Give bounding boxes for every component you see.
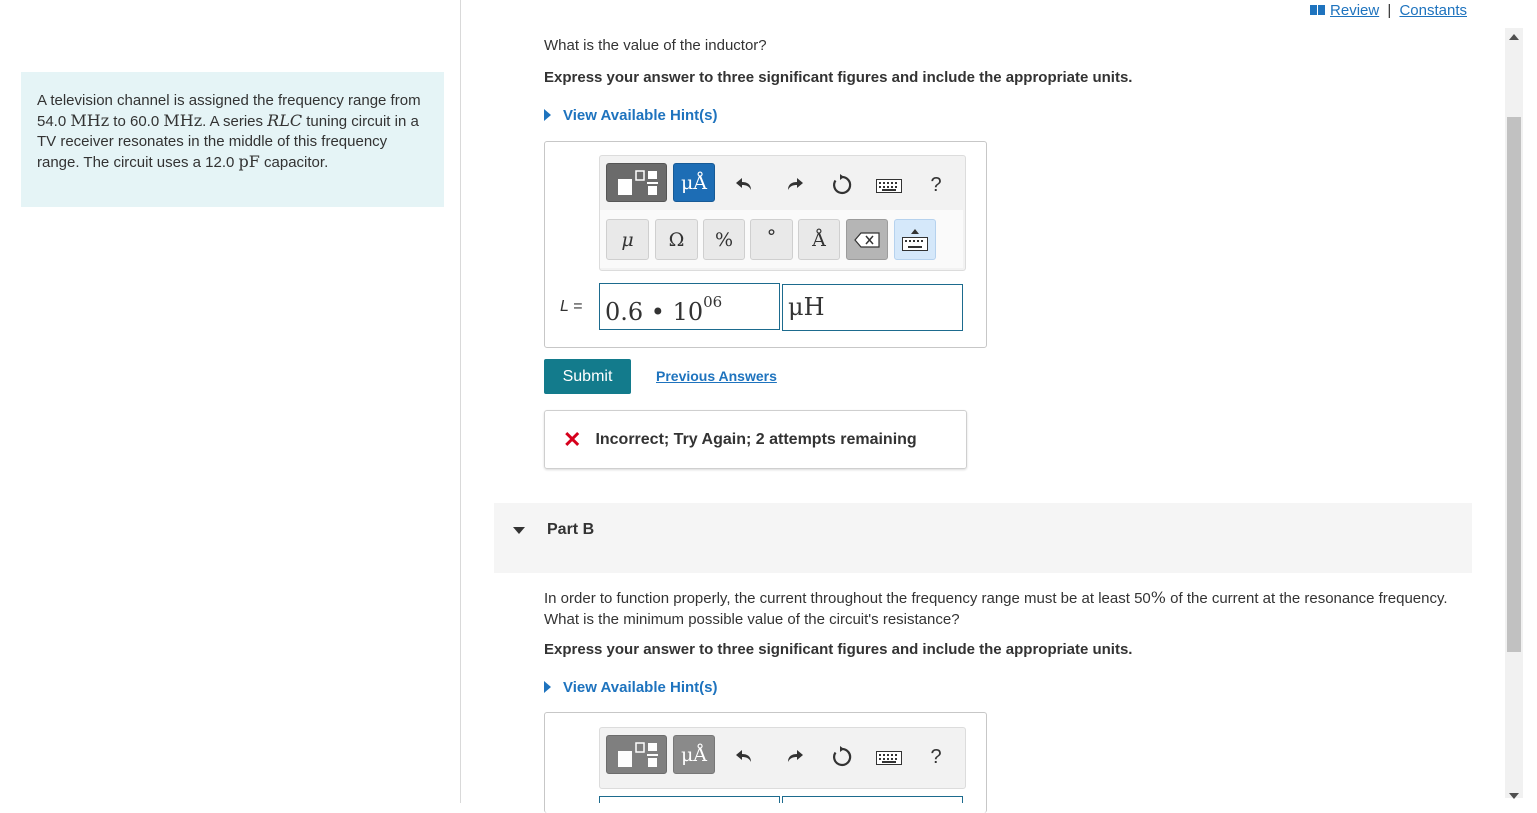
part-a-instruction: Express your answer to three significant… xyxy=(544,69,1133,86)
value-input[interactable] xyxy=(599,796,780,803)
hint-label: View Available Hint(s) xyxy=(563,679,718,696)
previous-answers-link[interactable]: Previous Answers xyxy=(656,368,777,384)
redo-icon[interactable] xyxy=(779,742,811,770)
part-b-question: In order to function properly, the curre… xyxy=(544,587,1464,630)
units-button[interactable]: μÅ xyxy=(673,163,715,202)
problem-text: to 60.0 xyxy=(109,113,164,130)
value-main: 0.6 • 10 xyxy=(605,298,704,326)
rlc-symbol: RLC xyxy=(267,111,303,130)
keyboard-toggle-button[interactable] xyxy=(894,219,936,260)
variable-label: L = xyxy=(560,298,583,315)
question-text: In order to function properly, the curre… xyxy=(544,590,1151,607)
part-b-hint-toggle[interactable]: View Available Hint(s) xyxy=(544,679,718,696)
review-link[interactable]: Review xyxy=(1330,2,1379,19)
expand-triangle-icon xyxy=(544,681,551,693)
reset-icon[interactable] xyxy=(826,170,858,200)
part-b-instruction: Express your answer to three significant… xyxy=(544,641,1133,658)
feedback-text: Incorrect; Try Again; 2 attempts remaini… xyxy=(595,430,917,448)
unit-mhz: MHz xyxy=(163,111,203,130)
top-links: Review | Constants xyxy=(1310,2,1467,19)
constants-link[interactable]: Constants xyxy=(1399,2,1467,19)
undo-icon[interactable] xyxy=(728,742,760,770)
units-input[interactable]: μH xyxy=(782,284,963,331)
percent-symbol: % xyxy=(1150,588,1166,607)
hint-label: View Available Hint(s) xyxy=(563,107,718,124)
symbol-ohm-button[interactable]: Ω xyxy=(655,219,698,260)
scrollbar-thumb[interactable] xyxy=(1507,117,1521,652)
scroll-down-arrow-icon[interactable] xyxy=(1509,793,1519,799)
help-button[interactable]: ? xyxy=(926,172,946,198)
redo-icon[interactable] xyxy=(779,170,811,198)
feedback-message: ✕ Incorrect; Try Again; 2 attempts remai… xyxy=(544,410,967,469)
value-input[interactable]: 0.6 • 1006 xyxy=(599,283,780,330)
part-b-header[interactable] xyxy=(494,503,1472,573)
reset-icon[interactable] xyxy=(826,742,858,772)
symbol-angstrom-button[interactable]: Å xyxy=(798,219,840,260)
units-input[interactable] xyxy=(782,796,963,803)
value-exponent: 06 xyxy=(703,293,723,311)
expand-triangle-icon xyxy=(544,109,551,121)
symbol-degree-button[interactable]: ° xyxy=(750,219,793,260)
collapse-caret-icon[interactable] xyxy=(513,527,525,534)
problem-text: capacitor. xyxy=(259,154,329,171)
problem-text: . A series xyxy=(202,113,268,130)
book-icon xyxy=(1310,5,1326,15)
symbol-mu-button[interactable]: μ xyxy=(606,219,649,260)
backspace-icon xyxy=(854,231,880,248)
incorrect-icon: ✕ xyxy=(563,426,582,452)
link-separator: | xyxy=(1387,2,1392,19)
inductor-variable-label: L = xyxy=(560,298,582,316)
part-a-hint-toggle[interactable]: View Available Hint(s) xyxy=(544,107,718,124)
help-button[interactable]: ? xyxy=(926,744,946,770)
backspace-button[interactable] xyxy=(846,219,888,260)
units-button[interactable]: μÅ xyxy=(673,735,715,774)
submit-button[interactable]: Submit xyxy=(544,359,631,394)
keyboard-icon[interactable] xyxy=(874,748,904,768)
templates-icon xyxy=(617,169,658,195)
symbol-percent-button[interactable]: % xyxy=(703,219,745,260)
part-a-question: What is the value of the inductor? xyxy=(544,37,767,54)
templates-button[interactable] xyxy=(606,735,667,774)
templates-button[interactable] xyxy=(606,163,667,202)
problem-statement: A television channel is assigned the fre… xyxy=(21,72,444,207)
part-b-label: Part B xyxy=(547,521,595,538)
keyboard-icon[interactable] xyxy=(874,176,904,196)
unit-mhz: MHz xyxy=(70,111,110,130)
column-divider xyxy=(460,0,461,803)
scroll-up-arrow-icon[interactable] xyxy=(1509,34,1519,40)
keyboard-up-icon xyxy=(902,228,928,251)
templates-icon xyxy=(617,741,658,767)
undo-icon[interactable] xyxy=(728,170,760,198)
unit-pf: pF xyxy=(238,152,260,171)
